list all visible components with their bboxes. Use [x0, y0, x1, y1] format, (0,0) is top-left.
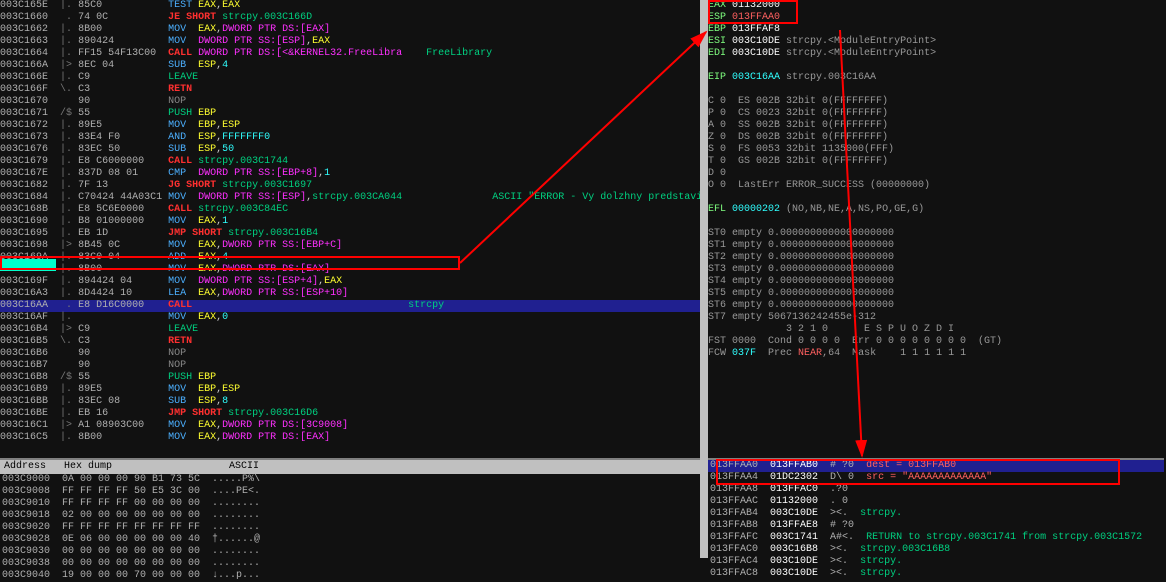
fpu-st-row: ST0 empty 0.0000000000000000000 — [708, 228, 1164, 240]
disasm-row[interactable]: 003C1673 |. 83E4 F0 AND ESP,FFFFFFF0 — [0, 132, 700, 144]
disasm-row[interactable]: 003C1660 . 74 0C JE SHORT strcpy.003C166… — [0, 12, 700, 24]
dump-header: AddressHex dumpASCII — [0, 460, 700, 474]
disasm-row[interactable]: 003C166E |. C9 LEAVE — [0, 72, 700, 84]
fpu-st-row: ST1 empty 0.0000000000000000000 — [708, 240, 1164, 252]
fpu-header: 3 2 1 0 E S P U O Z D I — [708, 324, 1164, 336]
disasm-row[interactable]: 003C16AF |. MOV EAX,0 — [0, 312, 700, 324]
reg-eax: 01132000 — [732, 0, 780, 11]
disasm-row[interactable]: 003C1672 |. 89E5 MOV EBP,ESP — [0, 120, 700, 132]
disasm-row[interactable]: 003C1690 |. B8 01000000 MOV EAX,1 — [0, 216, 700, 228]
disasm-row[interactable]: 003C169A |. 83C0 04 ADD EAX,4 — [0, 252, 700, 264]
flag-row: D 0 — [708, 168, 1164, 180]
disasm-row[interactable]: 003C16AA . E8 D16C0000 CALL strcpy — [0, 300, 700, 312]
fpu-st-row: ST7 empty 5067136242455e-312 — [708, 312, 1164, 324]
dump-row[interactable]: 003C9038 00 00 00 00 00 00 00 00 .......… — [0, 558, 700, 570]
dump-row[interactable]: 003C9020 FF FF FF FF FF FF FF FF .......… — [0, 522, 700, 534]
stack-row[interactable]: 013FFAC8 003C10DE ><. strcpy. — [708, 568, 1164, 580]
disasm-row[interactable]: 003C16B8 /$ 55 PUSH EBP — [0, 372, 700, 384]
disasm-row[interactable]: 003C1679 |. E8 C6000000 CALL strcpy.003C… — [0, 156, 700, 168]
dump-row[interactable]: 003C9040 19 00 00 00 70 00 00 00 ↓...p..… — [0, 570, 700, 582]
dump-row[interactable]: 003C9008 FF FF FF FF 50 E5 3C 00 ....PE<… — [0, 486, 700, 498]
disasm-row[interactable]: 003C1671 /$ 55 PUSH EBP — [0, 108, 700, 120]
disasm-row[interactable]: 003C16B9 |. 89E5 MOV EBP,ESP — [0, 384, 700, 396]
dump-row[interactable]: 003C9028 0E 06 00 00 00 00 00 40 †......… — [0, 534, 700, 546]
reg-efl: 00000202 — [732, 204, 780, 215]
registers-panel[interactable]: EAX 01132000 ESP 013FFAA0 EBP 013FFAF8 E… — [708, 0, 1164, 458]
reg-esi: 003C10DE — [732, 36, 780, 47]
disasm-row[interactable]: 003C166A |> 8EC 04 SUB ESP,4 — [0, 60, 700, 72]
disasm-row[interactable]: 003C16BB |. 83EC 08 SUB ESP,8 — [0, 396, 700, 408]
stack-panel[interactable]: 013FFAA0 013FFAB0 # ?0 dest = 013FFAB001… — [708, 458, 1164, 558]
disasm-row[interactable]: 003C168B |. E8 5C6E0000 CALL strcpy.003C… — [0, 204, 700, 216]
stack-row[interactable]: 013FFAA4 01DC2302 D\ 0 src = "AAAAAAAAAA… — [708, 472, 1164, 484]
disasm-row[interactable]: 003C1662 |. 8B00 MOV EAX,DWORD PTR DS:[E… — [0, 24, 700, 36]
eip-margin-marker — [0, 259, 56, 271]
disasm-row[interactable]: 003C1695 |. EB 1D JMP SHORT strcpy.003C1… — [0, 228, 700, 240]
reg-edi-comment: strcpy.<ModuleEntryPoint> — [786, 48, 936, 59]
disasm-row[interactable]: 003C1670 90 NOP — [0, 96, 700, 108]
disasm-row[interactable]: 003C16A3 |. 8D4424 10 LEA EAX,DWORD PTR … — [0, 288, 700, 300]
reg-efl-comment: (NO,NB,NE,A,NS,PO,GE,G) — [786, 204, 924, 215]
disasm-row[interactable]: 003C167E |. 837D 08 01 CMP DWORD PTR SS:… — [0, 168, 700, 180]
disasm-row[interactable]: 003C169D |. 8B00 MOV EAX,DWORD PTR DS:[E… — [0, 264, 700, 276]
disasm-row[interactable]: 003C16C5 |. 8B00 MOV EAX,DWORD PTR DS:[E… — [0, 432, 700, 443]
fpu-st-row: ST2 empty 0.0000000000000000000 — [708, 252, 1164, 264]
fpu-st-row: ST4 empty 0.0000000000000000000 — [708, 276, 1164, 288]
reg-ebp: 013FFAF8 — [732, 24, 780, 35]
flag-row: O 0 LastErr ERROR_SUCCESS (00000000) — [708, 180, 1164, 192]
stack-row[interactable]: 013FFAA8 013FFAC0 .?0 — [708, 484, 1164, 496]
disasm-row[interactable]: 003C1698 |> 8B45 0C MOV EAX,DWORD PTR SS… — [0, 240, 700, 252]
disasm-row[interactable]: 003C16BE |. EB 16 JMP SHORT strcpy.003C1… — [0, 408, 700, 420]
disasm-row[interactable]: 003C1663 |. 890424 MOV DWORD PTR SS:[ESP… — [0, 36, 700, 48]
reg-esp: 013FFAA0 — [732, 12, 780, 23]
reg-edi: 003C10DE — [732, 48, 780, 59]
stack-row[interactable]: 013FFAB4 003C10DE ><. strcpy. — [708, 508, 1164, 520]
stack-row[interactable]: 013FFAAC 01132000 . 0 — [708, 496, 1164, 508]
hex-dump-panel[interactable]: AddressHex dumpASCII 003C9000 0A 00 00 0… — [0, 458, 700, 558]
stack-row[interactable]: 013FFAC0 003C16B8 ><. strcpy.003C16B8 — [708, 544, 1164, 556]
disasm-row[interactable]: 003C166F \. C3 RETN — [0, 84, 700, 96]
vertical-divider[interactable] — [700, 0, 708, 558]
disassembly-panel[interactable]: 003C165E |. 85C0 TEST EAX,EAX003C1660 . … — [0, 0, 700, 443]
flag-row: C 0 ES 002B 32bit 0(FFFFFFFF) — [708, 96, 1164, 108]
disasm-row[interactable]: 003C1682 |. 7F 13 JG SHORT strcpy.003C16… — [0, 180, 700, 192]
fpu-st-row: ST3 empty 0.0000000000000000000 — [708, 264, 1164, 276]
dump-row[interactable]: 003C9010 FF FF FF FF 00 00 00 00 .......… — [0, 498, 700, 510]
disasm-row[interactable]: 003C16C1 |> A1 08903C00 MOV EAX,DWORD PT… — [0, 420, 700, 432]
reg-esi-comment: strcpy.<ModuleEntryPoint> — [786, 36, 936, 47]
flag-row: S 0 FS 0053 32bit 1135000(FFF) — [708, 144, 1164, 156]
fpu-st-row: ST5 empty 0.0000000000000000000 — [708, 288, 1164, 300]
reg-eip: 003C16AA — [732, 72, 780, 83]
stack-row[interactable]: 013FFAB8 013FFAE8 # ?0 — [708, 520, 1164, 532]
flag-row: T 0 GS 002B 32bit 0(FFFFFFFF) — [708, 156, 1164, 168]
disasm-row[interactable]: 003C1664 |. FF15 54F13C00 CALL DWORD PTR… — [0, 48, 700, 60]
reg-fst: FST 0000 Cond 0 0 0 0 Err 0 0 0 0 0 0 0 … — [708, 336, 1164, 348]
disasm-row[interactable]: 003C1684 |. C70424 44A03C1 MOV DWORD PTR… — [0, 192, 700, 204]
fpu-st-row: ST6 empty 0.0000000000000000000 — [708, 300, 1164, 312]
dump-row[interactable]: 003C9030 00 00 00 00 00 00 00 00 .......… — [0, 546, 700, 558]
disasm-row[interactable]: 003C16B4 |> C9 LEAVE — [0, 324, 700, 336]
disasm-row[interactable]: 003C165E |. 85C0 TEST EAX,EAX — [0, 0, 700, 12]
dump-row[interactable]: 003C9018 02 00 00 00 00 00 00 00 .......… — [0, 510, 700, 522]
flag-row: A 0 SS 002B 32bit 0(FFFFFFFF) — [708, 120, 1164, 132]
stack-row[interactable]: 013FFAFC 003C1741 A#<. RETURN to strcpy.… — [708, 532, 1164, 544]
disasm-row[interactable]: 003C16B5 \. C3 RETN — [0, 336, 700, 348]
dump-row[interactable]: 003C9000 0A 00 00 00 90 B1 73 5C .....P%… — [0, 474, 700, 486]
stack-row[interactable]: 013FFAA0 013FFAB0 # ?0 dest = 013FFAB0 — [708, 460, 1164, 472]
flag-row: Z 0 DS 002B 32bit 0(FFFFFFFF) — [708, 132, 1164, 144]
disasm-row[interactable]: 003C169F |. 894424 04 MOV DWORD PTR SS:[… — [0, 276, 700, 288]
flag-row: P 0 CS 0023 32bit 0(FFFFFFFF) — [708, 108, 1164, 120]
reg-eip-comment: strcpy.003C16AA — [786, 72, 876, 83]
disasm-row[interactable]: 003C16B7 90 NOP — [0, 360, 700, 372]
disasm-row[interactable]: 003C1676 |. 83EC 50 SUB ESP,50 — [0, 144, 700, 156]
disasm-row[interactable]: 003C16B6 90 NOP — [0, 348, 700, 360]
